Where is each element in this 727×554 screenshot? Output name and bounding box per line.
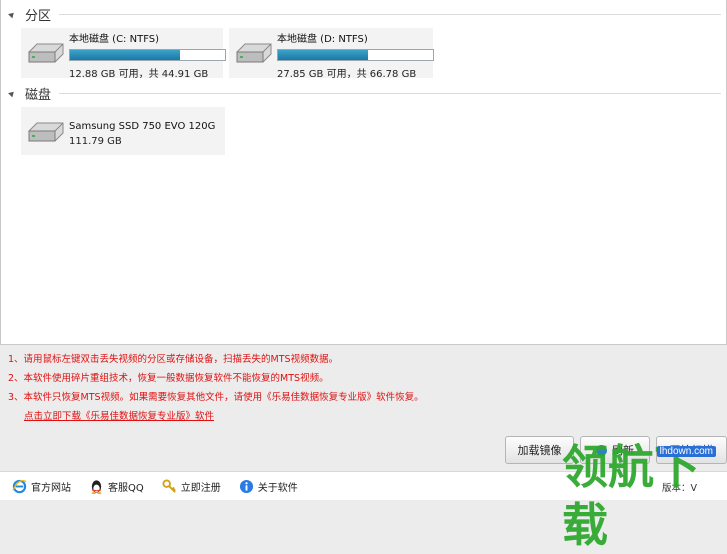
collapse-arrow-icon[interactable] xyxy=(8,10,16,18)
disk-group-header[interactable]: 磁盘 xyxy=(8,84,721,103)
instructions: 1、请用鼠标左键双击丢失视频的分区或存储设备，扫描丢失的MTS视频数据。 2、本… xyxy=(8,351,708,427)
website-label: 官方网站 xyxy=(31,482,71,494)
hard-drive-icon xyxy=(236,43,272,63)
qq-penguin-icon xyxy=(91,479,102,494)
hard-drive-icon xyxy=(28,122,64,142)
partition-name: 本地磁盘 (D: NTFS) xyxy=(277,34,368,45)
partition-name: 本地磁盘 (C: NTFS) xyxy=(69,34,160,45)
download-pro-link[interactable]: 点击立即下载《乐易佳数据恢复专业版》软件 xyxy=(24,411,214,422)
device-panel: 分区 本地磁盘 (C: NTFS) 12.88 GB 可用，共 44.91 GB… xyxy=(0,0,727,345)
watermark-site: lhdown.com xyxy=(656,446,716,457)
ie-icon xyxy=(12,479,27,493)
partition-section-title: 分区 xyxy=(25,8,52,24)
about-link[interactable]: 关于软件 xyxy=(239,479,298,494)
key-icon xyxy=(162,478,176,493)
qq-link[interactable]: 客服QQ xyxy=(89,479,144,494)
partition-size: 27.85 GB 可用，共 66.78 GB xyxy=(277,69,417,80)
partition-tile-d[interactable]: 本地磁盘 (D: NTFS) 27.85 GB 可用，共 66.78 GB xyxy=(229,28,434,80)
hard-drive-icon xyxy=(28,43,64,63)
partition-group-header[interactable]: 分区 xyxy=(8,5,721,24)
info-icon xyxy=(239,479,253,493)
disk-size: 111.79 GB xyxy=(69,136,122,147)
note-1: 1、请用鼠标左键双击丢失视频的分区或存储设备，扫描丢失的MTS视频数据。 xyxy=(8,354,339,365)
divider xyxy=(59,92,721,94)
disk-name: Samsung SSD 750 EVO 120G xyxy=(69,121,216,132)
divider xyxy=(59,13,721,15)
disk-section-title: 磁盘 xyxy=(25,87,52,103)
partition-size: 12.88 GB 可用，共 44.91 GB xyxy=(69,69,209,80)
usage-bar xyxy=(69,49,226,61)
register-label: 立即注册 xyxy=(180,482,221,494)
collapse-arrow-icon[interactable] xyxy=(8,89,16,97)
partition-tile-c[interactable]: 本地磁盘 (C: NTFS) 12.88 GB 可用，共 44.91 GB xyxy=(21,28,226,80)
usage-bar xyxy=(277,49,434,61)
qq-label: 客服QQ xyxy=(108,482,144,494)
note-2: 2、本软件使用碎片重组技术，恢复一般数据恢复软件不能恢复的MTS视频。 xyxy=(8,373,329,384)
register-link[interactable]: 立即注册 xyxy=(162,478,221,494)
disk-tile-ssd[interactable]: Samsung SSD 750 EVO 120G 111.79 GB xyxy=(21,107,225,155)
website-link[interactable]: 官方网站 xyxy=(12,479,71,494)
about-label: 关于软件 xyxy=(257,482,298,494)
note-3: 3、本软件只恢复MTS视频。如果需要恢复其他文件，请使用《乐易佳数据恢复专业版》… xyxy=(8,392,424,403)
watermark: 领航下载 lhdown.com xyxy=(554,438,724,552)
